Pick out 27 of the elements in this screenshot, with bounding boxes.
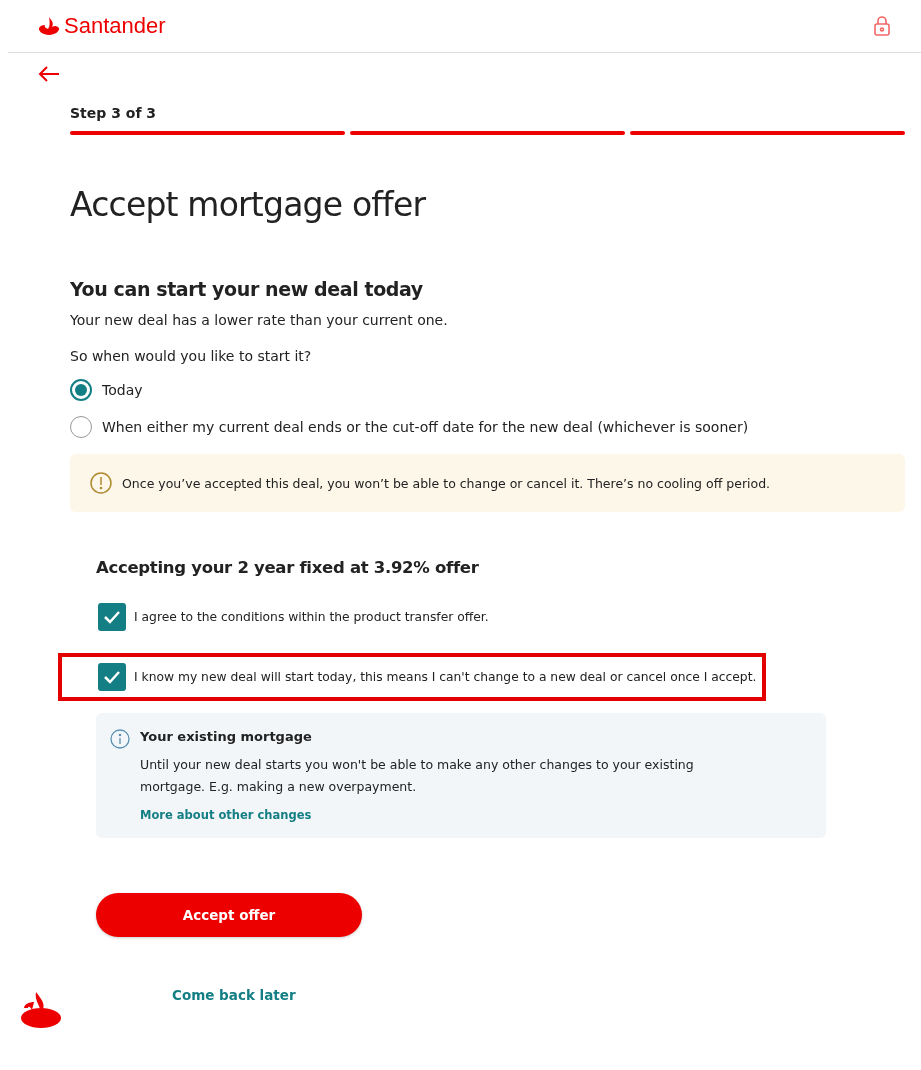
checkmark-icon [103, 670, 121, 684]
brand-name: Santander [64, 13, 166, 39]
back-button[interactable] [38, 65, 60, 83]
radio-button[interactable] [70, 379, 92, 401]
section-heading: Accepting your 2 year fixed at 3.92% offer [96, 558, 480, 577]
section-heading: You can start your new deal today [70, 278, 424, 300]
description-text: Your new deal has a lower rate than your current one. [70, 312, 449, 328]
info-icon [110, 729, 130, 749]
radio-label: Today [102, 382, 143, 398]
flame-logo-icon [38, 16, 60, 36]
warning-text: Once you’ve accepted this deal, you won’t be able to change or cancel it. There’s no cooling off period. [122, 475, 771, 491]
lock-icon[interactable] [873, 15, 891, 37]
checkmark-icon [103, 610, 121, 624]
info-title: Your existing mortgage [140, 729, 312, 744]
radio-label: When either my current deal ends or the cut-off date for the new deal (whichever is sooner) [102, 419, 749, 435]
checkbox-label: I know my new deal will start today, this means I can't change to a new deal or cancel once I accept. [134, 670, 757, 684]
info-text: Until your new deal starts you won't be able to make any other changes to your existing mortgage. E.g. making a new overpayment. [140, 756, 695, 796]
checkbox[interactable] [98, 663, 126, 691]
accept-button[interactable]: Accept offer [96, 893, 362, 937]
page-title: Accept mortgage offer [70, 185, 427, 224]
question-text: So when would you like to start it? [70, 348, 313, 364]
step-label: Step 3 of 3 [70, 105, 158, 121]
exclamation-icon [90, 472, 112, 494]
checkbox-label: I agree to the conditions within the product transfer offer. [134, 610, 489, 624]
come-back-later-link[interactable]: Come back later [172, 987, 296, 1003]
more-link[interactable]: More about other changes [140, 808, 312, 822]
checkbox[interactable] [98, 603, 126, 631]
